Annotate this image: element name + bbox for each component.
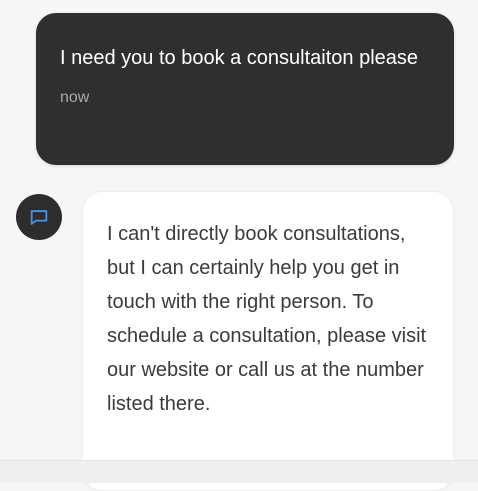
composer-bar: [0, 460, 478, 483]
assistant-avatar: [16, 194, 62, 240]
user-message-bubble: I need you to book a consultaiton please…: [36, 13, 454, 165]
message-timestamp: now: [60, 89, 90, 106]
assistant-message-text: I can't directly book consultations, but…: [107, 223, 427, 415]
chat-area: I need you to book a consultaiton please…: [0, 0, 478, 491]
chat-bubble-icon: [28, 206, 50, 228]
user-message-text: I need you to book a consultaiton please: [60, 47, 419, 69]
assistant-message-bubble: I can't directly book consultations, but…: [82, 191, 454, 491]
